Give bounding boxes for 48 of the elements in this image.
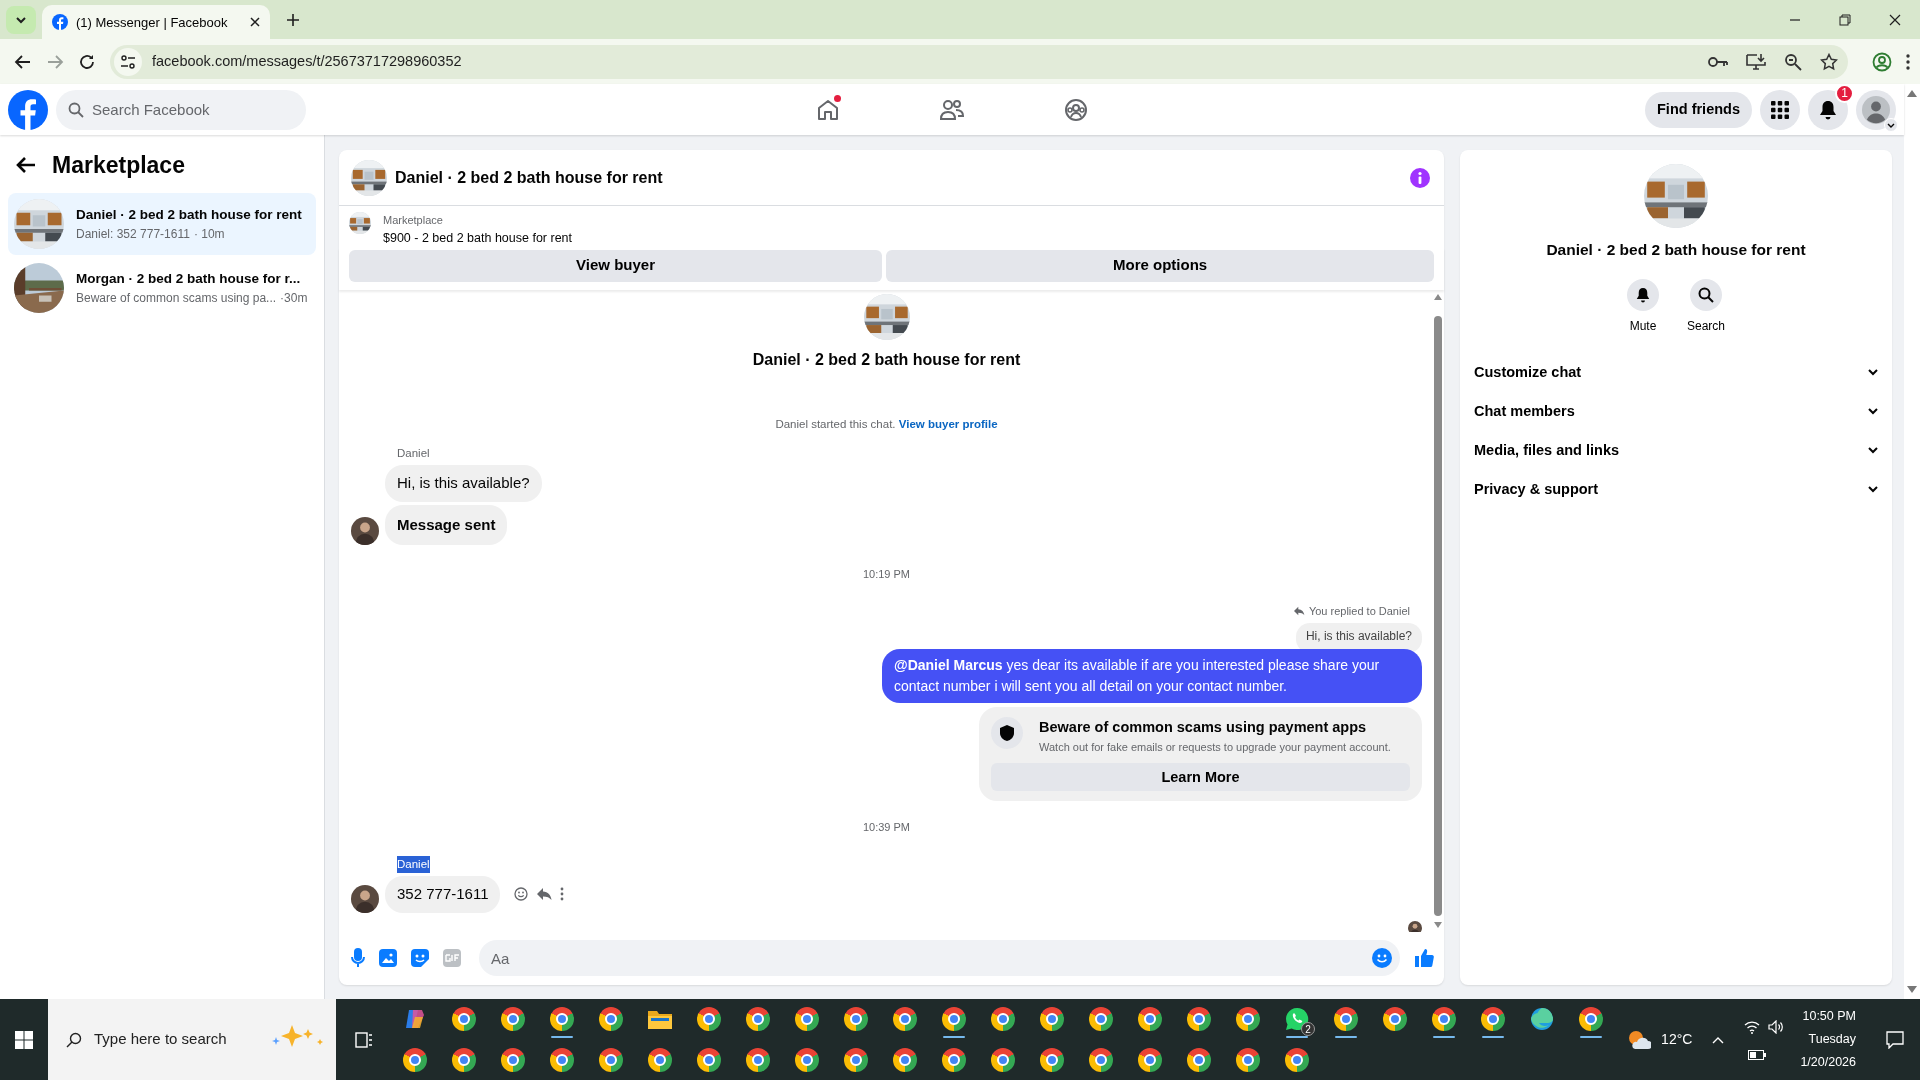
timestamp: 10:19 PM — [862, 567, 911, 583]
count-badge: 2 — [1301, 1022, 1315, 1037]
action-button[interactable]: More options — [886, 249, 1434, 282]
sender-name: Daniel — [397, 445, 430, 461]
timestamp: 10:39 PM — [862, 820, 911, 836]
chat-title: Morgan · 2 bed 2 bath house for r... — [76, 270, 302, 289]
listing-label: Marketplace — [383, 213, 444, 229]
action-button[interactable]: View buyer — [349, 249, 883, 282]
learn-more-button[interactable]: Learn More — [991, 763, 1410, 792]
taskbar-search-field[interactable]: Type here to search — [48, 999, 336, 1080]
url-text: facebook.com/messages/t/25673717298960352 — [152, 51, 463, 71]
sidebar-title: Marketplace — [52, 150, 185, 180]
tab-title: (1) Messenger | Facebook — [76, 13, 229, 32]
message-bubble: @Daniel Marcus yes dear its available if are you interested please share your contact number i will sent you all detail on your contact number. — [882, 649, 1422, 704]
listing-title: $900 - 2 bed 2 bath house for rent — [383, 229, 573, 247]
section-header[interactable]: Chat members — [1472, 392, 1880, 432]
warning-text: Watch out for fake emails or requests to upgrade your payment account. — [1039, 739, 1391, 755]
chat-name: Daniel · 2 bed 2 bath house for rent — [1546, 240, 1806, 261]
search-button[interactable]: Search — [1687, 279, 1725, 336]
search-field[interactable]: Search Facebook — [56, 89, 306, 130]
address-bar[interactable]: facebook.com/messages/t/25673717298960352 — [110, 44, 1848, 79]
chat-title: Daniel · 2 bed 2 bath house for rent — [395, 167, 664, 188]
clock-date: 1/20/2026 — [1800, 1053, 1856, 1071]
section-header[interactable]: Customize chat — [1472, 353, 1880, 393]
intro-title: Daniel · 2 bed 2 bath house for rent — [752, 349, 1021, 370]
section-header[interactable]: Media, files and links — [1472, 431, 1880, 471]
intro-text: Daniel started this chat. View buyer profile — [775, 416, 998, 432]
browser-tab[interactable]: (1) Messenger | Facebook — [42, 5, 270, 40]
message-bubble: 352 777-1611 — [385, 876, 501, 913]
clock-day: Tuesday — [1808, 1030, 1856, 1049]
clock-time: 10:50 PM — [1802, 1008, 1856, 1026]
find-friends-button[interactable]: Find friends — [1645, 91, 1752, 128]
chat-list-item[interactable]: Morgan · 2 bed 2 bath house for r... Beware of common scams using pa... ·30m — [8, 257, 316, 320]
warning-title: Beware of common scams using payment apps — [1039, 718, 1368, 738]
chat-preview: Beware of common scams using pa... — [76, 290, 277, 308]
chat-time: ·30m — [280, 290, 308, 308]
section-header[interactable]: Privacy & support — [1472, 470, 1880, 510]
chat-title: Daniel · 2 bed 2 bath house for rent — [76, 206, 302, 225]
chat-time: · 10m — [193, 226, 225, 244]
message-bubble: Hi, is this available? — [385, 465, 542, 502]
message-field[interactable]: Aa — [479, 940, 1400, 977]
reply-note: You replied to Daniel — [1308, 603, 1410, 619]
message-bubble: Message sent — [385, 504, 508, 546]
buyer-profile-link[interactable]: View buyer profile — [898, 417, 998, 430]
chat-preview: Daniel: 352 777-1611 — [76, 226, 190, 244]
temperature[interactable]: 12°C — [1661, 1029, 1693, 1051]
sender-name: Daniel — [397, 855, 430, 874]
chat-list-item[interactable]: Daniel · 2 bed 2 bath house for rent Daniel: 352 777-1611 · 10m — [8, 193, 316, 256]
